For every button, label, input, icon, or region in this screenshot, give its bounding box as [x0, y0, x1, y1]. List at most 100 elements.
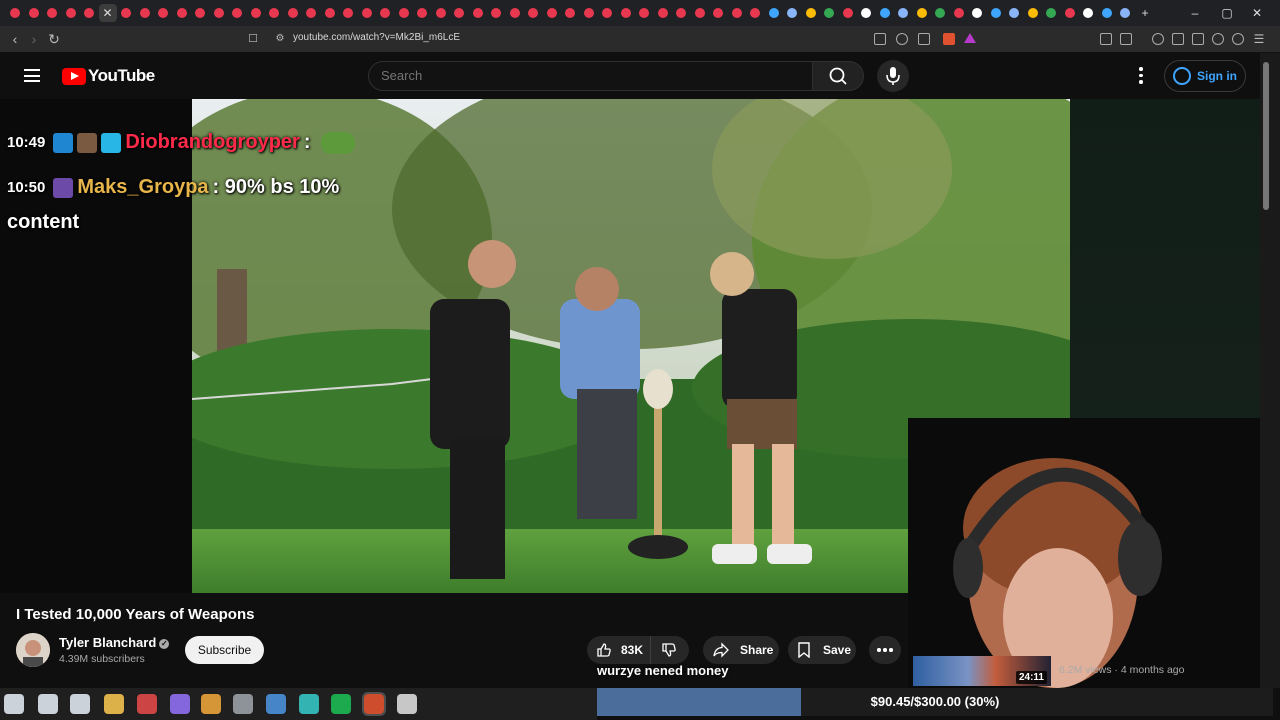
browser-tab[interactable] [1079, 4, 1097, 22]
cast-icon[interactable] [874, 33, 886, 45]
browser-tab[interactable] [894, 4, 912, 22]
browser-tab[interactable] [635, 4, 653, 22]
browser-tab[interactable] [1024, 4, 1042, 22]
vpn-icon[interactable] [1232, 33, 1244, 45]
spotify-icon[interactable] [331, 694, 351, 714]
close-window-button[interactable]: ✕ [1242, 3, 1272, 23]
browser-tab[interactable] [857, 4, 875, 22]
browser-menu-icon[interactable]: ☰ [1250, 30, 1268, 48]
site-info-icon[interactable]: ⚙ [271, 30, 289, 48]
zoom-icon[interactable] [896, 33, 908, 45]
search-box[interactable] [368, 61, 813, 91]
channel-name-text[interactable]: Tyler Blanchard [59, 635, 156, 650]
voice-search-button[interactable] [877, 60, 909, 92]
browser-tab[interactable] [321, 4, 339, 22]
search-button[interactable] [812, 61, 864, 91]
browser-tab[interactable] [1042, 4, 1060, 22]
windows-start-icon[interactable] [4, 694, 24, 714]
browser-tab[interactable] [598, 4, 616, 22]
browser-tab[interactable] [247, 4, 265, 22]
browser-tab[interactable] [376, 4, 394, 22]
browser-tab[interactable] [672, 4, 690, 22]
settings-kebab-icon[interactable] [1138, 67, 1144, 85]
browser-tab[interactable] [6, 4, 24, 22]
extensions-icon[interactable] [1100, 33, 1112, 45]
browser-tab[interactable] [413, 4, 431, 22]
browser-tab[interactable] [506, 4, 524, 22]
like-button[interactable]: 83K [587, 636, 651, 664]
browser-tab[interactable] [728, 4, 746, 22]
browser-tab[interactable] [931, 4, 949, 22]
browser-tab[interactable] [62, 4, 80, 22]
task-view-icon[interactable] [70, 694, 90, 714]
channel-avatar[interactable] [16, 633, 50, 667]
app-icon[interactable] [397, 694, 417, 714]
browser-tab[interactable] [395, 4, 413, 22]
subscribe-button[interactable]: Subscribe [185, 636, 264, 664]
browser-tab[interactable] [358, 4, 376, 22]
forward-icon[interactable]: › [25, 30, 43, 48]
minimize-window-button[interactable]: – [1180, 3, 1210, 23]
save-button[interactable]: Save [788, 636, 856, 664]
dislike-button[interactable] [651, 636, 687, 664]
browser-tab[interactable] [80, 4, 98, 22]
sidebar-icon[interactable] [1120, 33, 1132, 45]
browser-tab[interactable] [820, 4, 838, 22]
browser-tab[interactable] [950, 4, 968, 22]
chrome-icon[interactable] [201, 694, 221, 714]
browser-tab[interactable] [228, 4, 246, 22]
hamburger-menu-icon[interactable] [24, 69, 40, 82]
brave-rewards-icon[interactable] [964, 33, 976, 43]
new-tab-button[interactable]: + [1130, 3, 1160, 23]
browser-tab[interactable] [913, 4, 931, 22]
reload-icon[interactable]: ↻ [45, 30, 63, 48]
more-actions-button[interactable] [869, 636, 901, 664]
browser-tab[interactable] [543, 4, 561, 22]
browser-tab[interactable] [617, 4, 635, 22]
app-icon[interactable] [137, 694, 157, 714]
browser-tab[interactable] [1061, 4, 1079, 22]
file-explorer-icon[interactable] [104, 694, 124, 714]
browser-tab[interactable] [265, 4, 283, 22]
youtube-logo[interactable]: YouTube [62, 66, 155, 86]
page-scrollbar-thumb[interactable] [1263, 62, 1269, 210]
browser-tab[interactable] [968, 4, 986, 22]
suggested-video-thumbnail[interactable]: 24:11 [913, 656, 1051, 686]
browser-tab[interactable] [746, 4, 764, 22]
browser-tab[interactable] [25, 4, 43, 22]
search-input[interactable] [381, 68, 781, 83]
sign-in-button[interactable]: Sign in [1164, 60, 1246, 92]
browser-tab[interactable] [524, 4, 542, 22]
share-button[interactable]: Share [703, 636, 779, 664]
browser-tab[interactable] [987, 4, 1005, 22]
browser-tab[interactable] [210, 4, 228, 22]
browser-tab[interactable] [302, 4, 320, 22]
browser-tab[interactable] [173, 4, 191, 22]
address-bar-url[interactable]: youtube.com/watch?v=Mk2Bi_m6LcE [293, 32, 460, 43]
share-page-icon[interactable] [918, 33, 930, 45]
browser-tab[interactable] [876, 4, 894, 22]
brave-icon[interactable] [362, 692, 386, 716]
channel-name[interactable]: Tyler Blanchard ✓ [59, 635, 170, 650]
app-icon[interactable] [233, 694, 253, 714]
browser-tab[interactable] [1005, 4, 1023, 22]
browser-tab[interactable] [154, 4, 172, 22]
search-icon[interactable] [38, 694, 58, 714]
browser-tab[interactable] [802, 4, 820, 22]
browser-tab[interactable] [136, 4, 154, 22]
leo-ai-icon[interactable] [1212, 33, 1224, 45]
browser-tab[interactable] [43, 4, 61, 22]
discord-icon[interactable] [170, 694, 190, 714]
edge-icon[interactable] [299, 694, 319, 714]
bookmark-icon[interactable]: ☐ [244, 30, 262, 48]
browser-tab[interactable] [654, 4, 672, 22]
browser-tab[interactable] [117, 4, 135, 22]
browser-tab[interactable] [839, 4, 857, 22]
browser-tab[interactable] [561, 4, 579, 22]
media-icon[interactable] [1152, 33, 1164, 45]
browser-tab[interactable] [284, 4, 302, 22]
browser-tab[interactable] [191, 4, 209, 22]
brave-shield-icon[interactable] [943, 33, 955, 45]
wallet-icon[interactable] [1192, 33, 1204, 45]
browser-tab[interactable] [1098, 4, 1116, 22]
